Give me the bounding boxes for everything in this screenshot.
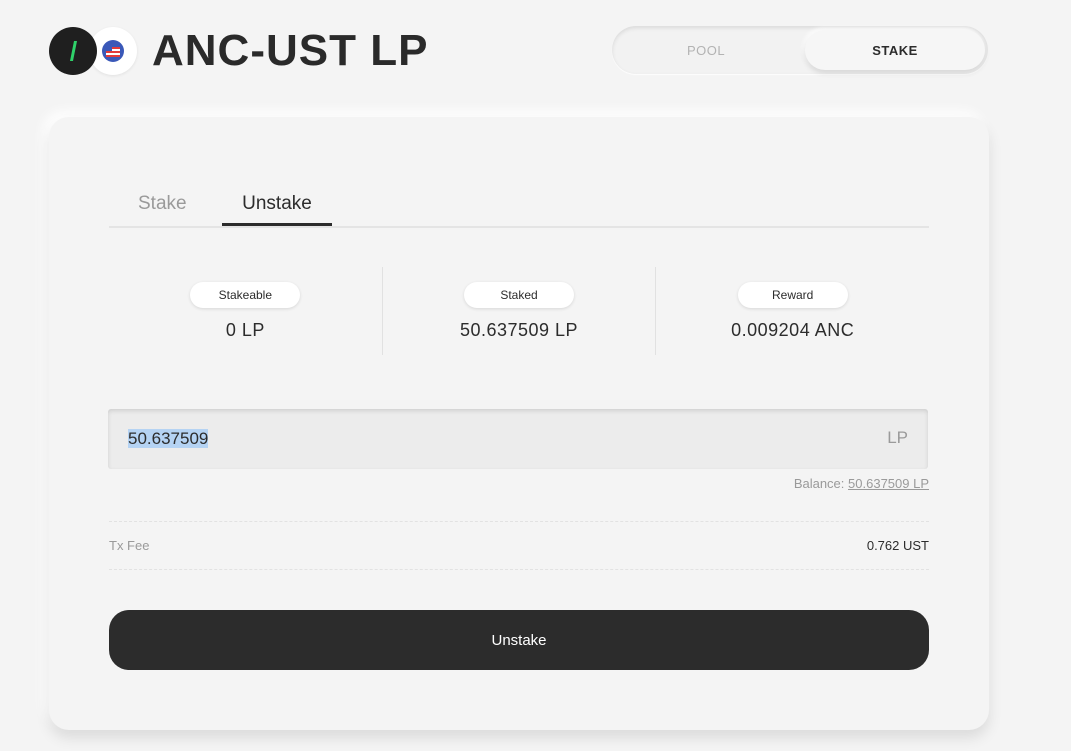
unstake-button[interactable]: Unstake — [109, 610, 929, 670]
stat-label: Staked — [464, 282, 574, 308]
tx-fee-label: Tx Fee — [109, 538, 150, 553]
unstake-amount-field[interactable]: 50.637509 LP — [108, 409, 928, 469]
stat-value: 0 LP — [225, 320, 265, 340]
stat-label: Stakeable — [190, 282, 301, 308]
tab-pool[interactable]: POOL — [616, 30, 796, 70]
stake-stats: Stakeable 0 LP Staked 50.637509 LP Rewar… — [109, 267, 929, 355]
token-pair-icons — [49, 26, 139, 76]
amount-unit: LP — [887, 428, 908, 447]
balance-info: Balance: 50.637509 LP — [794, 476, 929, 491]
pool-stake-switch: POOL STAKE — [612, 26, 988, 74]
amount-input[interactable]: 50.637509 — [128, 429, 728, 449]
tx-fee-value: 0.762 UST — [866, 538, 929, 553]
tab-unstake[interactable]: Unstake — [222, 185, 332, 226]
balance-max-link[interactable]: 50.637509 LP — [848, 476, 929, 491]
balance-label: Balance: — [793, 476, 845, 491]
page-header: ANC-UST LP — [49, 26, 428, 76]
stat-reward: Reward 0.009204 ANC — [655, 267, 929, 355]
tab-stake[interactable]: Stake — [138, 185, 187, 226]
anchor-token-icon — [49, 27, 97, 75]
stat-value: 50.637509 LP — [459, 320, 579, 340]
page-title: ANC-UST LP — [152, 26, 429, 75]
amount-input-value[interactable]: 50.637509 — [128, 429, 209, 448]
stake-unstake-tabs: Stake Unstake — [109, 185, 929, 228]
stat-label: Reward — [737, 282, 848, 308]
stat-staked: Staked 50.637509 LP — [381, 267, 656, 355]
stake-card: Stake Unstake Stakeable 0 LP Staked 50.6… — [49, 117, 989, 730]
tab-stake-active[interactable]: STAKE — [805, 30, 985, 70]
stat-stakeable: Stakeable 0 LP — [109, 267, 382, 355]
stat-value: 0.009204 ANC — [731, 320, 855, 340]
tx-fee-row: Tx Fee 0.762 UST — [109, 521, 929, 570]
